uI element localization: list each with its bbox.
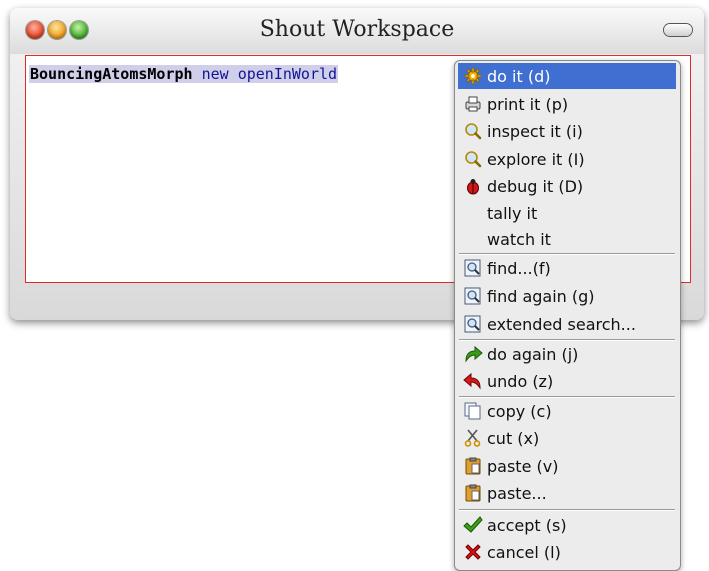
menu-item-inspect-it[interactable]: inspect it (i) xyxy=(458,118,676,144)
menu-item-label: find...(f) xyxy=(487,258,551,278)
menu-separator xyxy=(459,509,675,511)
window-title: Shout Workspace xyxy=(259,17,455,42)
code-message: openInWorld xyxy=(237,65,338,83)
code-keyword-new: new xyxy=(201,65,229,83)
collapse-pill-button[interactable] xyxy=(664,24,692,36)
menu-item-do-it[interactable]: do it (d) xyxy=(458,63,676,89)
menu-item-cut[interactable]: cut (x) xyxy=(458,425,676,451)
menu-item-label: inspect it (i) xyxy=(487,121,583,141)
gear-icon xyxy=(462,65,484,87)
checkmark-icon xyxy=(462,514,484,536)
menu-item-extended-search[interactable]: extended search... xyxy=(458,311,676,337)
code-line[interactable]: BouncingAtomsMorph new openInWorld xyxy=(29,65,339,83)
menu-item-label: copy (c) xyxy=(487,401,552,421)
menu-item-do-again[interactable]: do again (j) xyxy=(458,341,676,367)
find-icon xyxy=(462,313,484,335)
find-icon xyxy=(462,257,484,279)
menu-item-debug-it[interactable]: debug it (D) xyxy=(458,173,676,199)
menu-item-label: debug it (D) xyxy=(487,176,584,196)
menu-item-label: paste... xyxy=(487,483,547,503)
magnifier-icon xyxy=(462,120,484,142)
paste-icon xyxy=(462,455,484,477)
menu-item-label: extended search... xyxy=(487,314,636,334)
find-icon xyxy=(462,285,484,307)
menu-item-label: cancel (l) xyxy=(487,542,561,562)
menu-item-label: paste (v) xyxy=(487,456,559,476)
menu-item-label: do it (d) xyxy=(487,66,551,86)
menu-item-print-it[interactable]: print it (p) xyxy=(458,91,676,117)
menu-item-copy[interactable]: copy (c) xyxy=(458,398,676,424)
menu-item-tally-it[interactable]: tally it xyxy=(458,200,676,226)
code-space-1 xyxy=(193,65,202,83)
code-class-name: BouncingAtomsMorph xyxy=(30,65,193,83)
scissors-icon xyxy=(462,427,484,449)
title-bar[interactable]: Shout Workspace xyxy=(10,8,704,54)
menu-item-explore-it[interactable]: explore it (I) xyxy=(458,146,676,172)
cross-icon xyxy=(462,541,484,563)
undo-icon xyxy=(462,370,484,392)
menu-item-accept[interactable]: accept (s) xyxy=(458,512,676,538)
copy-icon xyxy=(462,400,484,422)
menu-item-undo[interactable]: undo (z) xyxy=(458,368,676,394)
paste-icon xyxy=(462,482,484,504)
menu-item-label: accept (s) xyxy=(487,515,567,535)
menu-item-label: cut (x) xyxy=(487,428,540,448)
menu-item-label: undo (z) xyxy=(487,371,554,391)
code-space-2 xyxy=(229,65,238,83)
redo-icon xyxy=(462,343,484,365)
menu-item-label: tally it xyxy=(487,203,538,223)
magnifier-icon xyxy=(462,148,484,170)
menu-item-paste[interactable]: paste (v) xyxy=(458,453,676,479)
menu-item-label: print it (p) xyxy=(487,94,569,114)
menu-item-watch-it[interactable]: watch it xyxy=(458,226,676,252)
bug-icon xyxy=(462,175,484,197)
menu-item-cancel[interactable]: cancel (l) xyxy=(458,539,676,565)
menu-item-paste-ellipsis[interactable]: paste... xyxy=(458,480,676,506)
menu-item-label: do again (j) xyxy=(487,344,579,364)
menu-item-find[interactable]: find...(f) xyxy=(458,255,676,281)
menu-item-label: watch it xyxy=(487,229,551,249)
menu-item-label: explore it (I) xyxy=(487,149,585,169)
menu-item-find-again[interactable]: find again (g) xyxy=(458,283,676,309)
printer-icon xyxy=(462,93,484,115)
context-menu: do it (d) print it (p) inspect it (i) ex… xyxy=(454,60,681,571)
menu-item-label: find again (g) xyxy=(487,286,595,306)
